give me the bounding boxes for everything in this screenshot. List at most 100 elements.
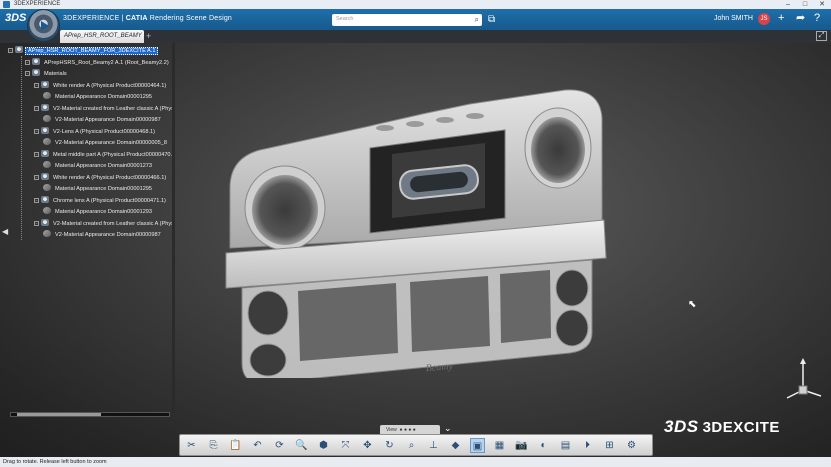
tree-vertical-scrollbar[interactable] bbox=[172, 43, 175, 413]
product-icon bbox=[41, 103, 49, 111]
tree-node-label: V2-Material Appearance Domain00000987 bbox=[55, 232, 161, 238]
add-tab-icon[interactable]: + bbox=[146, 31, 151, 41]
tree-node[interactable]: − V2-Material created from Leather classi… bbox=[34, 103, 177, 113]
settings-icon[interactable]: ⚙ bbox=[624, 438, 639, 453]
search-icon[interactable]: ⌕ bbox=[475, 15, 479, 25]
tree-node-label: Metal middle part A (Physical Product000… bbox=[53, 151, 173, 158]
expand-toggle-icon[interactable]: − bbox=[25, 59, 30, 65]
expand-toggle-icon[interactable]: − bbox=[34, 151, 39, 157]
tree-node[interactable]: − Materials bbox=[25, 69, 69, 78]
expand-toggle-icon[interactable]: − bbox=[34, 128, 39, 134]
chevron-down-icon[interactable]: ⌄ bbox=[444, 423, 452, 434]
search-input[interactable]: Search ⌕ bbox=[332, 14, 482, 26]
tree-node[interactable]: Material Appearance Domain00001295 bbox=[43, 92, 154, 101]
tree-node[interactable]: − White render A (Physical Product0000046… bbox=[34, 80, 168, 90]
tree-node-label: V2-Material Appearance Domain00000987 bbox=[55, 117, 161, 123]
paste-icon[interactable]: 📋 bbox=[228, 438, 243, 453]
expand-toggle-icon[interactable]: − bbox=[34, 105, 39, 111]
expand-toggle-icon[interactable]: − bbox=[34, 82, 39, 88]
tree-node-label: Material Appearance Domain00001295 bbox=[55, 186, 153, 192]
fullscreen-icon[interactable]: ⤢ bbox=[816, 31, 827, 41]
fit-all-icon[interactable]: ⤧ bbox=[338, 438, 353, 453]
expand-toggle-icon[interactable]: − bbox=[34, 174, 39, 180]
tree-node[interactable]: − V2-Material created from Leather classi… bbox=[34, 218, 177, 228]
tree-node[interactable]: − APrep_HSR_ROOT_BEAMY_FOR_3DEXCITE A.1 bbox=[8, 46, 159, 55]
render-icon[interactable]: ▣ bbox=[470, 438, 485, 453]
collapse-panel-icon[interactable]: ◀ bbox=[2, 227, 8, 236]
tree-node[interactable]: V2-Material Appearance Domain00000987 bbox=[43, 115, 163, 124]
tree-node[interactable]: Material Appearance Domain00001293 bbox=[43, 207, 154, 216]
capture-icon[interactable]: 📷 bbox=[514, 438, 529, 453]
tree-node-label: V2-Material created from Leather classic… bbox=[53, 105, 176, 112]
rotate-icon[interactable]: ↻ bbox=[382, 438, 397, 453]
mouse-cursor-icon: ⬉ bbox=[688, 299, 697, 310]
3dexcite-logo: 3DS 3DEXCITE bbox=[664, 417, 780, 436]
tree-node[interactable]: V2-Material Appearance Domain00000987 bbox=[43, 230, 163, 239]
structure-icon[interactable]: ⊞ bbox=[602, 438, 617, 453]
tree-node[interactable]: − APrepHSRS_Root_Beamy2 A.1 (Root_Beamy2.… bbox=[25, 57, 171, 67]
axis-triad-icon[interactable] bbox=[783, 358, 823, 403]
tree-node[interactable]: − Metal middle part A (Physical Product00… bbox=[34, 149, 174, 159]
tree-node[interactable]: − White render A (Physical Product0000046… bbox=[34, 172, 168, 182]
beamy-engraving: Beamy bbox=[425, 361, 454, 374]
product-icon bbox=[41, 80, 49, 88]
action-bar: ✂ ⎘ 📋 ↶ ⟳ 🔍 ⬢ ⤧ ✥ ↻ ⌕ ⊥ ◆ ▣ ▦ 📷 ◐ ▤ ⏵ ⊞ ⚙ bbox=[179, 434, 653, 456]
tree-node[interactable]: − Chrome lens A (Physical Product00000471… bbox=[34, 195, 168, 205]
tree-node-label: APrep_HSR_ROOT_BEAMY_FOR_3DEXCITE A.1 bbox=[25, 47, 159, 55]
tag-icon[interactable]: ⧉ bbox=[488, 14, 495, 25]
product-icon bbox=[41, 172, 49, 180]
sequence-icon[interactable]: ⏵ bbox=[580, 438, 595, 453]
3d-viewport[interactable]: − APrep_HSR_ROOT_BEAMY_FOR_3DEXCITE A.1 − A… bbox=[0, 43, 831, 457]
render-region-icon[interactable]: ▦ bbox=[492, 438, 507, 453]
tree-node[interactable]: − V2-Lens A (Physical Product00000468.1) bbox=[34, 126, 157, 136]
expand-toggle-icon[interactable]: − bbox=[25, 71, 30, 76]
normal-view-icon[interactable]: ⊥ bbox=[426, 438, 441, 453]
close-button[interactable]: ✕ bbox=[815, 0, 829, 9]
compass-icon[interactable] bbox=[27, 9, 60, 42]
material-icon bbox=[43, 161, 51, 168]
material-icon bbox=[43, 138, 51, 145]
zoom-area-icon[interactable]: ⌕ bbox=[404, 438, 419, 453]
cut-icon[interactable]: ✂ bbox=[184, 438, 199, 453]
tree-node[interactable]: Material Appearance Domain00001295 bbox=[43, 184, 154, 193]
ds-logo-icon: 3DS bbox=[5, 12, 27, 24]
tree-node-label: V2-Material Appearance Domain00000005_8 bbox=[55, 140, 167, 146]
material-icon bbox=[43, 207, 51, 214]
maximize-button[interactable]: □ bbox=[798, 0, 812, 9]
tree-node[interactable]: V2-Material Appearance Domain00000005_8 bbox=[43, 138, 169, 147]
update-icon[interactable]: ⟳ bbox=[272, 438, 287, 453]
copy-icon[interactable]: ⎘ bbox=[206, 438, 221, 453]
pan-icon[interactable]: ✥ bbox=[360, 438, 375, 453]
tree-node-label: V2-Material created from Leather classic… bbox=[53, 220, 176, 227]
minimize-button[interactable]: – bbox=[781, 0, 795, 9]
product-icon bbox=[15, 46, 23, 53]
tree-horizontal-scrollbar[interactable] bbox=[10, 412, 170, 417]
status-bar: Drag to rotate. Release left button to z… bbox=[0, 457, 831, 467]
tree-node-label: Materials bbox=[44, 71, 67, 77]
undo-icon[interactable]: ↶ bbox=[250, 438, 265, 453]
beamy-model[interactable]: Beamy bbox=[220, 88, 610, 378]
user-name[interactable]: John SMITH bbox=[714, 15, 753, 22]
zoom-icon[interactable]: 🔍 bbox=[294, 438, 309, 453]
material-icon bbox=[43, 92, 51, 99]
shading-icon[interactable]: ◆ bbox=[448, 438, 463, 453]
add-icon[interactable]: + bbox=[778, 12, 784, 24]
expand-toggle-icon[interactable]: − bbox=[34, 220, 39, 226]
environment-icon[interactable]: ◐ bbox=[536, 438, 551, 453]
expand-toggle-icon[interactable]: − bbox=[34, 197, 39, 203]
tree-node[interactable]: Material Appearance Domain00001273 bbox=[43, 161, 154, 170]
tab-document[interactable]: APrep_HSR_ROOT_BEAMY bbox=[60, 30, 144, 43]
avatar[interactable]: JS bbox=[758, 13, 770, 25]
iso-view-icon[interactable]: ⬢ bbox=[316, 438, 331, 453]
share-icon[interactable]: ➦ bbox=[796, 12, 805, 24]
help-icon[interactable]: ? bbox=[814, 12, 820, 24]
window-titlebar: 3DEXPERIENCE – □ ✕ bbox=[0, 0, 831, 9]
tree-node-label: APrepHSRS_Root_Beamy2 A.1 (Root_Beamy2.2… bbox=[44, 59, 169, 66]
folder-icon bbox=[32, 69, 40, 76]
expand-toggle-icon[interactable]: − bbox=[8, 48, 13, 53]
product-icon bbox=[41, 195, 49, 203]
tree-node-label: Chrome lens A (Physical Product00000471.… bbox=[53, 197, 166, 204]
layout-icon[interactable]: ▤ bbox=[558, 438, 573, 453]
product-icon bbox=[41, 149, 49, 157]
tree-node-label: White render A (Physical Product00000466… bbox=[53, 174, 167, 181]
